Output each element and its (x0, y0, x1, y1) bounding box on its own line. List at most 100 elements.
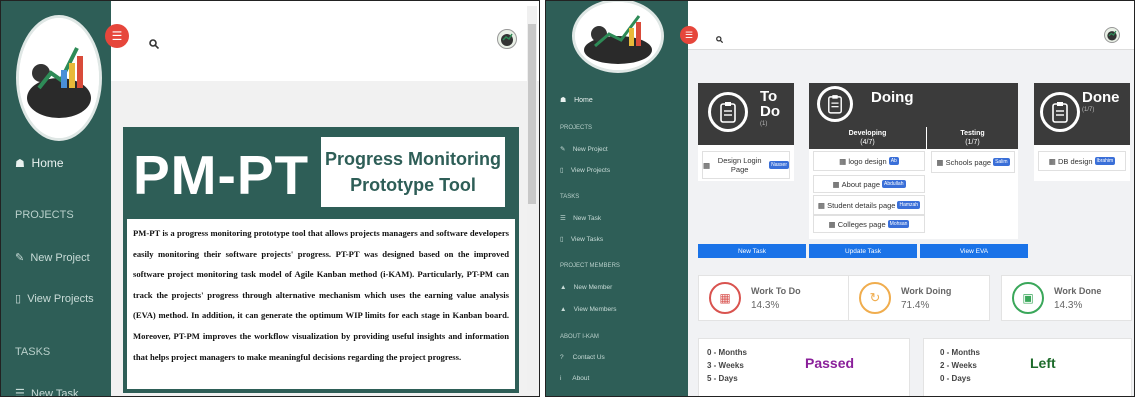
scrollbar[interactable] (527, 6, 537, 391)
search-icon[interactable] (716, 31, 723, 49)
sidebar-item-new-task[interactable]: ☰ New Task (560, 214, 601, 222)
sidebar-item-view-projects[interactable]: ▯ View Projects (15, 292, 94, 305)
card-icon: ▦ (1048, 156, 1056, 166)
sidebar-item-contact[interactable]: ? Contact Us (560, 354, 605, 361)
sidebar-header-about: ABOUT I-KAM (560, 334, 599, 340)
passed-weeks: 3 - Weeks (707, 361, 744, 370)
time-left-card: 0 - Months 2 - Weeks 0 - Days Left (923, 338, 1132, 396)
task-card[interactable]: ▦ logo design Ab (813, 151, 925, 171)
time-passed-card: 0 - Months 3 - Weeks 5 - Days Passed (698, 338, 910, 396)
stat-work-done: ▣ Work Done 14.3% (1001, 275, 1132, 321)
sidebar-item-new-project[interactable]: ✎ New Project (15, 251, 90, 264)
left-months: 0 - Months (940, 348, 980, 357)
user-avatar[interactable] (497, 29, 517, 49)
card-icon: ▦ (828, 219, 838, 229)
task-card[interactable]: ▦ Student details page Hamzah (813, 195, 925, 215)
assignee-badge: Nasser (769, 161, 789, 169)
sidebar-item-view-tasks[interactable]: ▯ View Tasks (560, 235, 603, 243)
developing-subheader: Developing (4/7) (809, 127, 927, 149)
list-icon: ☰ (560, 215, 566, 222)
question-icon: ? (560, 354, 564, 361)
stat-value: 14.3% (1054, 300, 1083, 311)
home-icon: ☗ (560, 97, 567, 104)
clipboard-icon (1040, 92, 1080, 132)
kanban-column-doing: Doing Developing (4/7) Testing (1/7) ▦ l… (809, 83, 1018, 239)
stat-label: Work To Do (751, 286, 801, 296)
sidebar-header-projects: PROJECTS (15, 209, 74, 221)
refresh-icon: ↻ (859, 282, 891, 314)
passed-days: 5 - Days (707, 374, 738, 383)
card-icon: ▦ (832, 179, 842, 189)
card-text: logo design (848, 156, 887, 166)
sidebar-header-members: PROJECT MEMBERS (560, 263, 620, 269)
update-task-button[interactable]: Update Task (809, 244, 917, 258)
left-days: 0 - Days (940, 374, 971, 383)
doing-header: Doing (809, 83, 1018, 127)
task-card[interactable]: ▦ Design Login Page Nasser (702, 151, 790, 179)
card-icon: ▦ (817, 200, 828, 210)
sidebar-item-new-member[interactable]: ▲ New Member (560, 284, 612, 291)
todo-title: To Do (760, 88, 780, 120)
testing-subheader: Testing (1/7) (927, 127, 1018, 149)
folder-icon: ▯ (560, 236, 564, 243)
task-card[interactable]: ▦ Schools page Salim (931, 151, 1015, 173)
sidebar-item-new-task[interactable]: ☰ New Task (15, 387, 78, 397)
task-card[interactable]: ▦ DB design Ibrahim (1038, 151, 1126, 171)
clipboard-icon (708, 92, 748, 132)
stat-value: 14.3% (751, 300, 780, 311)
stat-value: 71.4% (901, 300, 930, 311)
folder-icon: ▯ (560, 167, 564, 174)
doing-title: Doing (871, 89, 914, 106)
sidebar: ☗ Home PROJECTS ✎ New Project ▯ View Pro… (1, 1, 111, 396)
sidebar-item-view-projects[interactable]: ▯ View Projects (560, 166, 610, 174)
sidebar-item-new-project[interactable]: ✎ New Project (560, 145, 608, 153)
sidebar-header-projects: PROJECTS (560, 125, 593, 131)
sidebar-item-view-members[interactable]: ▲ View Members (560, 306, 617, 313)
app-logo (16, 15, 102, 141)
card-text: Student details page (827, 200, 896, 210)
view-eva-button[interactable]: View EVA (920, 244, 1028, 258)
card-icon: ▦ (703, 160, 711, 170)
kanban-column-todo: To Do (1) ▦ Design Login Page Nasser (698, 83, 794, 181)
assignee-badge: Abdullah (882, 180, 906, 188)
todo-header: To Do (1) (698, 83, 794, 145)
clipboard-icon (817, 86, 853, 122)
sidebar-item-home[interactable]: ☗ Home (15, 156, 64, 170)
sidebar: ☗ Home PROJECTS ✎ New Project ▯ View Pro… (546, 1, 688, 396)
assignee-badge: Ab (888, 157, 899, 165)
stat-work-doing: ↻ Work Doing 71.4% (848, 275, 990, 321)
task-card[interactable]: ▦ About page Abdullah (813, 175, 925, 193)
passed-months: 0 - Months (707, 348, 747, 357)
edit-icon: ✎ (560, 146, 566, 153)
task-card[interactable]: ▦ Colleges page Mohsan (813, 215, 925, 233)
stat-label: Work Done (1054, 286, 1102, 296)
sidebar-item-about[interactable]: i About (560, 375, 589, 382)
intro-banner: PM-PT Progress Monitoring Prototype Tool… (123, 127, 519, 393)
users-icon: ▲ (560, 306, 567, 313)
banner-title: PM-PT (133, 144, 310, 206)
top-bar: ☰ (680, 1, 1134, 50)
card-icon: ▦ (839, 156, 849, 166)
assignee-badge: Hamzah (897, 201, 921, 209)
card-text: About page (841, 179, 881, 189)
card-icon: ▦ (936, 157, 944, 167)
sidebar-header-tasks: TASKS (15, 346, 51, 358)
card-text: Colleges page (837, 219, 886, 229)
info-icon: i (560, 375, 562, 382)
done-count: (1/7) (1082, 107, 1095, 113)
top-bar: ☰ (105, 1, 539, 82)
menu-toggle-button[interactable]: ☰ (680, 26, 698, 44)
left-label: Left (1030, 355, 1056, 371)
app-logo (572, 1, 664, 73)
user-avatar[interactable] (1104, 27, 1120, 43)
stat-work-to-do: ▦ Work To Do 14.3% (698, 275, 862, 321)
todo-count: (1) (760, 121, 768, 127)
sidebar-item-home[interactable]: ☗ Home (560, 96, 593, 104)
list-icon: ☰ (15, 388, 25, 397)
menu-toggle-button[interactable]: ☰ (105, 24, 129, 48)
done-title: Done (1082, 89, 1120, 106)
new-task-button[interactable]: New Task (698, 244, 806, 258)
search-icon[interactable] (149, 35, 159, 53)
scrollbar-thumb[interactable] (528, 24, 536, 204)
check-board-icon: ▣ (1012, 282, 1044, 314)
